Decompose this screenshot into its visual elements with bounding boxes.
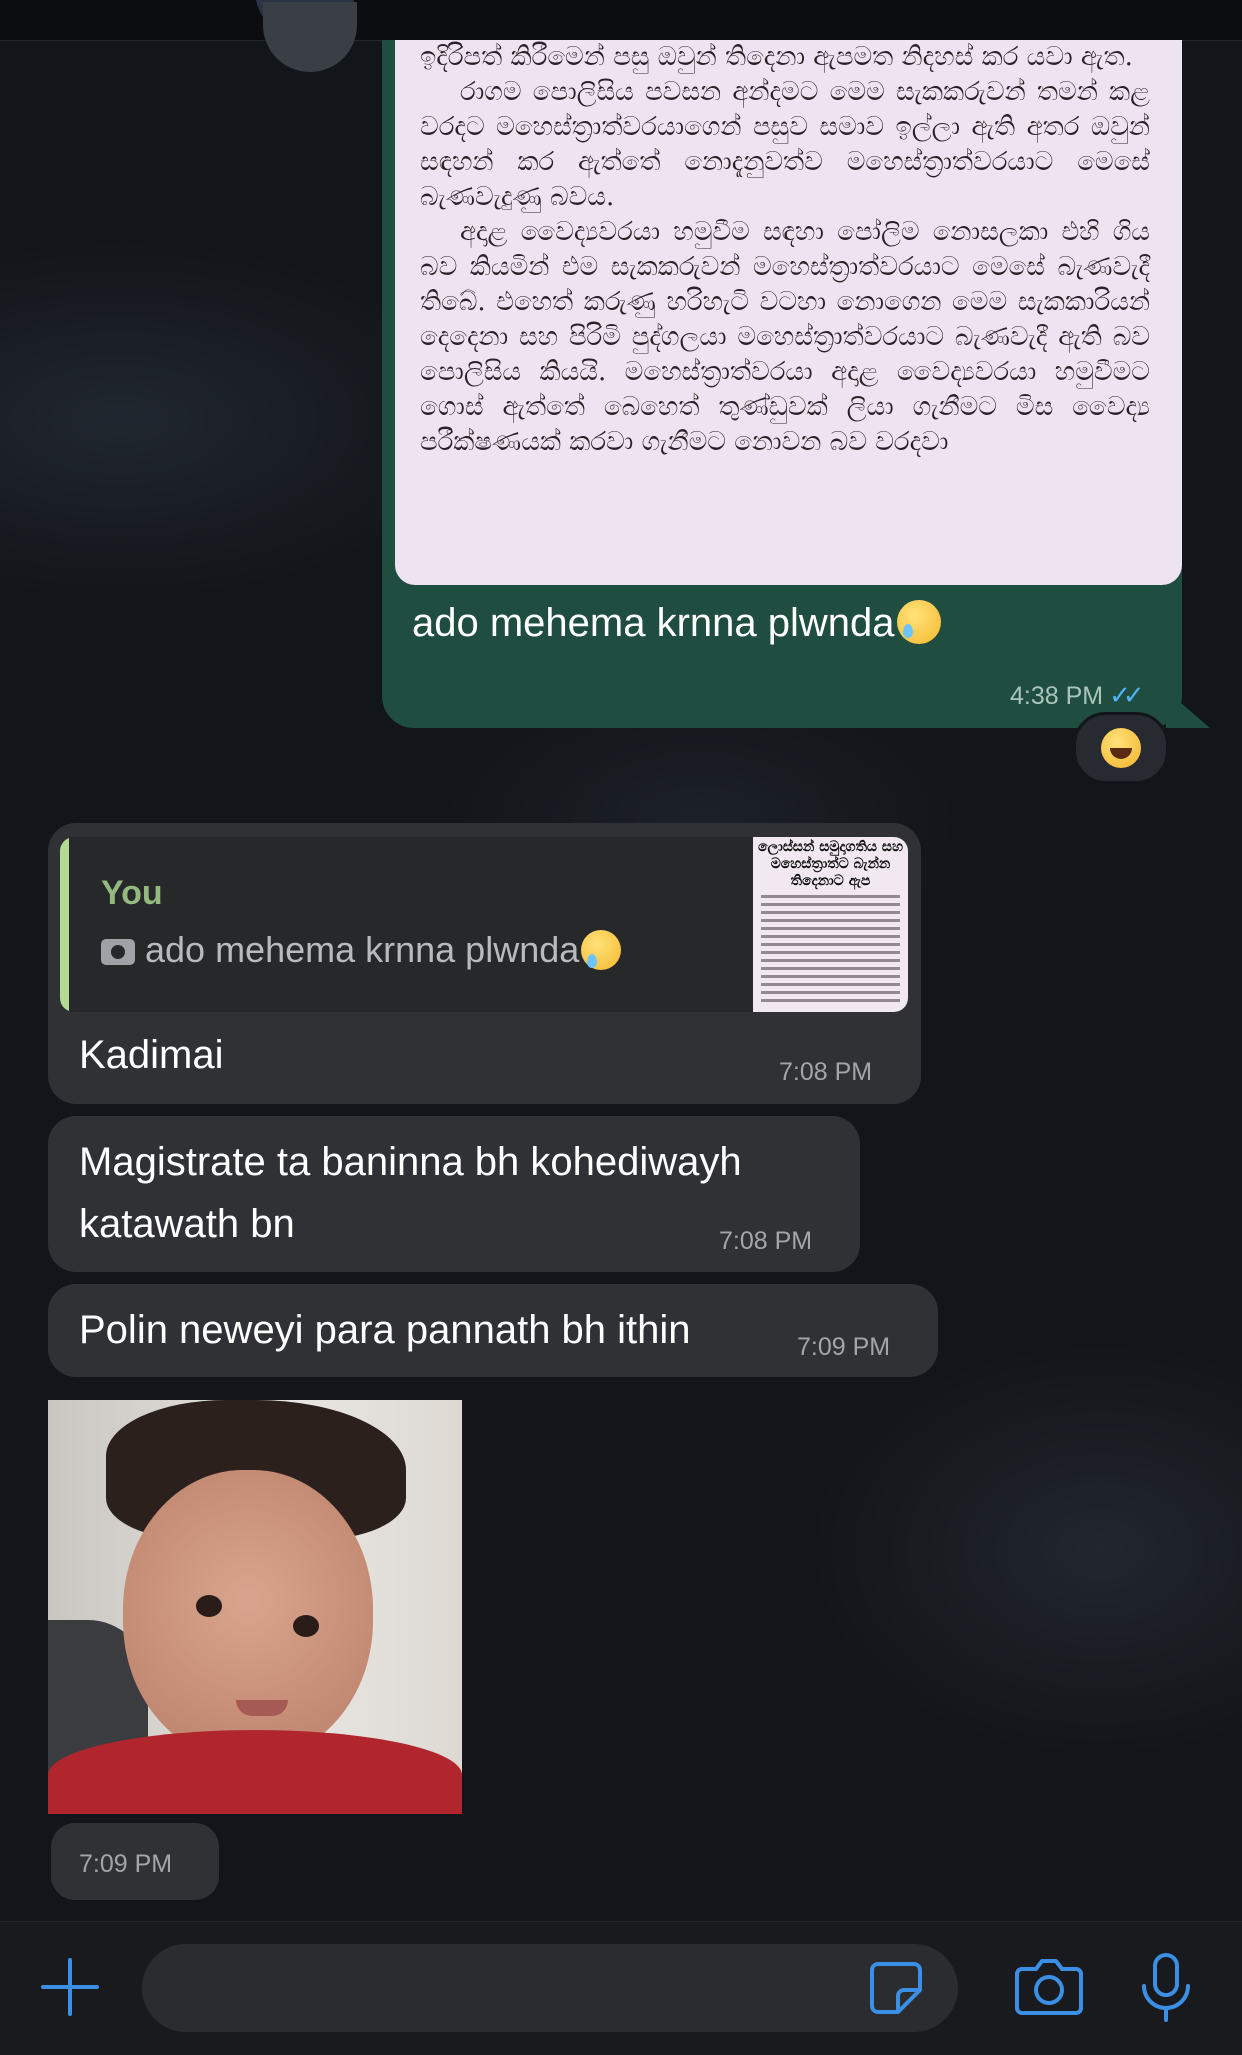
quoted-message[interactable]: You ado mehema krnna plwnda ලොස්සන් සමුද… [60,837,908,1012]
message-time: 4:38 PM [1010,682,1104,710]
outgoing-caption: ado mehema krnna plwnda [412,600,941,646]
crying-smile-emoji-icon [896,600,941,644]
crying-smile-emoji-icon [581,930,622,970]
message-time: 7:09 PM [797,1333,891,1361]
reaction-badge[interactable] [1073,712,1169,784]
clipping-paragraph: ඉදිරිපත් කිරීමෙන් පසු ඔවුන් තිදෙනා ඇපමත … [420,42,1133,72]
sticker-icon[interactable] [868,1960,924,2016]
caption-text: ado mehema krnna plwnda [412,601,895,645]
message-input[interactable] [142,1944,958,2032]
quote-text-row: ado mehema krnna plwnda [101,929,622,971]
quote-author: You [101,874,163,912]
laughing-emoji-icon [1101,728,1141,768]
message-time: 7:08 PM [779,1058,873,1086]
quote-accent-bar [60,837,69,1012]
read-receipt-icon: ✓✓ [1109,680,1144,710]
microphone-icon[interactable] [1139,1952,1193,2024]
thumbnail-headline: ලොස්සන් සමුදාගතිය සහ මහෙස්ත්‍රාත්ට බැන්න… [758,839,903,889]
plus-icon[interactable] [41,1958,99,2016]
news-clipping-image[interactable]: ඉදිරිපත් කිරීමෙන් පසු ඔවුන් තිදෙනා ඇපමත … [395,40,1182,585]
clipping-paragraph: රාගම පොලිසිය පවසන අන්දමට මෙම සැකකරුවන් ත… [420,77,1150,212]
quote-thumbnail: ලොස්සන් සමුදාගතිය සහ මහෙස්ත්‍රාත්ට බැන්න… [753,837,908,1012]
outgoing-meta: 4:38 PM ✓✓ [1010,680,1145,711]
baby-photo[interactable] [48,1400,462,1814]
message-text: Magistrate ta baninna bh kohediwayh [79,1140,742,1184]
message-text: Kadimai [79,1033,224,1077]
quote-text: ado mehema krnna plwnda [145,929,580,970]
camera-icon[interactable] [1014,1955,1084,2017]
message-time: 7:09 PM [79,1850,173,1878]
message-text: Polin neweyi para pannath bh ithin [79,1308,691,1352]
chat-header [0,0,1242,41]
clipping-paragraph: අදාළ වෛද්‍යවරයා හමුවීම සඳහා පෝලිම නොසලකා… [420,217,1150,457]
message-time: 7:08 PM [719,1227,813,1255]
photo-camera-icon [101,939,135,965]
message-text: katawath bn [79,1202,295,1246]
